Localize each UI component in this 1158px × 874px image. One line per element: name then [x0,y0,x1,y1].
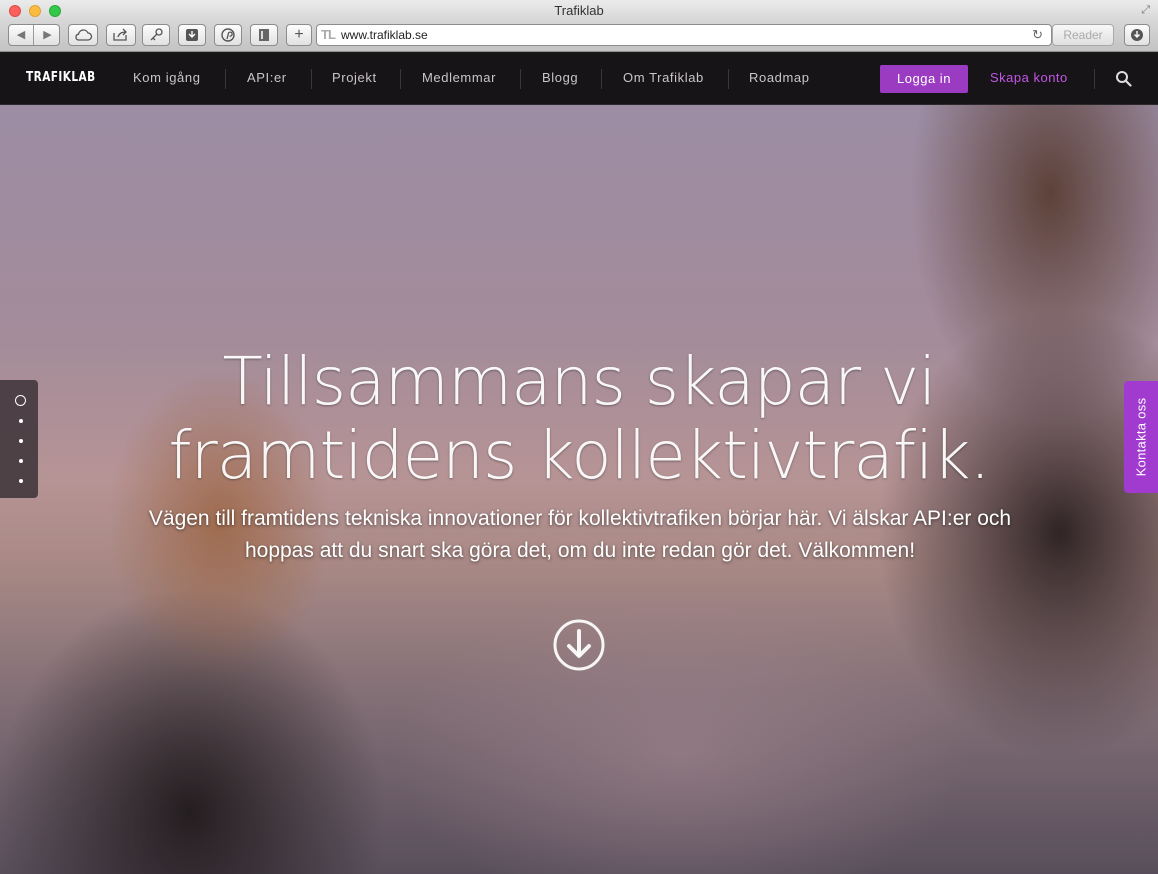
reload-icon[interactable]: ↻ [1032,27,1043,43]
nav-divider [520,69,521,89]
nav-divider [225,69,226,89]
downloads-extension-button[interactable] [178,24,206,46]
site-logo[interactable]: TRAFIKLAB [26,70,96,85]
browser-toolbar: ◀ ▶ + TL www.trafiklab.se ↻ Reader [0,22,1158,52]
slide-dot-active[interactable] [15,395,26,406]
window-titlebar: Trafiklab ⤢ [0,0,1158,22]
nav-item-projekt[interactable]: Projekt [332,70,377,85]
arrow-down-circle-icon [553,619,605,671]
back-button[interactable]: ◀ [9,25,34,45]
slide-navigation [0,380,38,498]
nav-divider [1094,69,1095,89]
share-icon [113,28,127,41]
nav-divider [728,69,729,89]
contact-us-label: Kontakta oss [1133,397,1149,477]
nav-divider [601,69,602,89]
cloud-icon [75,29,93,41]
download-circle-icon [1131,29,1143,41]
icloud-tabs-button[interactable] [68,24,98,46]
pinterest-icon [221,28,235,42]
address-bar[interactable]: TL www.trafiklab.se ↻ [316,24,1052,46]
hero-subtitle-line1: Vägen till framtidens tekniska innovatio… [148,507,1012,530]
back-forward-buttons: ◀ ▶ [8,24,60,46]
reader-button[interactable]: Reader [1052,24,1114,46]
book-icon [259,29,269,41]
nav-item-roadmap[interactable]: Roadmap [749,70,810,85]
site-navbar: TRAFIKLAB Kom igång API:er Projekt Medle… [0,53,1158,105]
signup-link[interactable]: Skapa konto [990,70,1068,85]
downloads-button[interactable] [1124,24,1150,46]
hero-subtitle-line2: hoppas att du snart ska göra det, om du … [244,539,916,562]
nav-item-medlemmar[interactable]: Medlemmar [422,70,496,85]
zoom-window-button[interactable] [49,5,61,17]
share-button[interactable] [106,24,136,46]
hero-headline-line2: framtidens kollektivtrafik. [168,417,990,494]
pinterest-button[interactable] [214,24,242,46]
key-icon [150,28,163,41]
nav-divider [400,69,401,89]
search-icon[interactable] [1115,70,1132,92]
slide-dot[interactable] [19,459,23,463]
nav-item-blogg[interactable]: Blogg [542,70,578,85]
url-text[interactable]: www.trafiklab.se [341,28,428,42]
bookmarklet-button[interactable] [142,24,170,46]
download-box-icon [186,29,198,41]
login-button[interactable]: Logga in [880,65,968,93]
new-tab-button[interactable]: + [286,24,312,46]
hero-headline-line1: Tillsammans skapar vi [222,343,936,420]
nav-item-apier[interactable]: API:er [247,70,287,85]
nav-item-kom-igang[interactable]: Kom igång [133,70,201,85]
minimize-window-button[interactable] [29,5,41,17]
window-title: Trafiklab [554,3,604,18]
contact-us-tab[interactable]: Kontakta oss [1124,381,1158,493]
forward-button[interactable]: ▶ [35,25,60,45]
webpage: TRAFIKLAB Kom igång API:er Projekt Medle… [0,53,1158,874]
slide-dot[interactable] [19,479,23,483]
site-favicon: TL [321,27,336,42]
plus-icon: + [294,26,304,43]
scroll-down-button[interactable] [552,618,606,672]
sidebar-button[interactable] [250,24,278,46]
fullscreen-icon[interactable]: ⤢ [1141,4,1150,16]
slide-dot[interactable] [19,419,23,423]
nav-divider [311,69,312,89]
slide-dot[interactable] [19,439,23,443]
nav-item-om-trafiklab[interactable]: Om Trafiklab [623,70,704,85]
close-window-button[interactable] [9,5,21,17]
